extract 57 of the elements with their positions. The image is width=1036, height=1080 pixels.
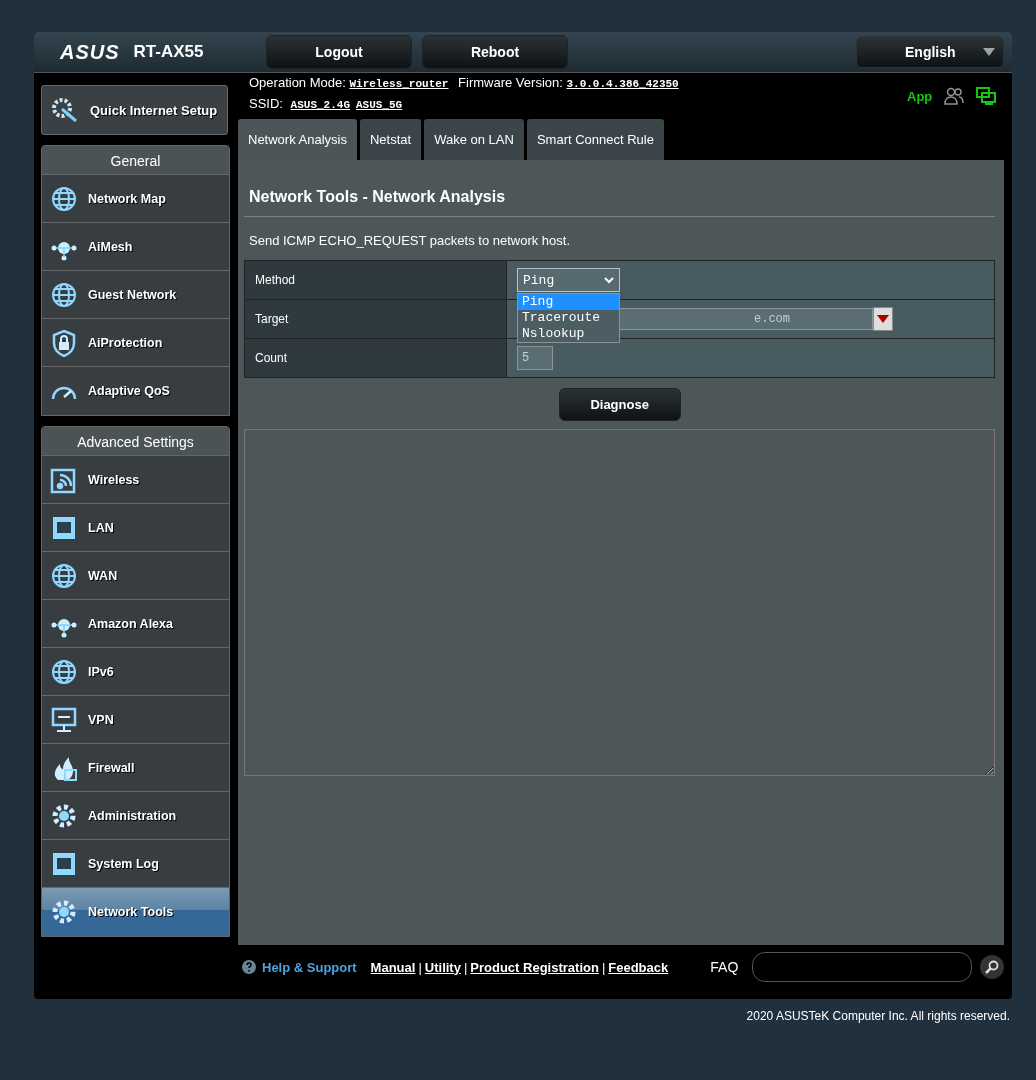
operation-info: Operation Mode: Wireless_router Firmware Version: 3.0.0.4.386_42350	[249, 75, 680, 92]
firmware-link[interactable]: 3.0.0.4.386_42350	[566, 78, 679, 90]
monitor-icon	[50, 705, 78, 734]
ssid-link[interactable]: ASUS_5G	[356, 99, 403, 111]
menu-section-title: Advanced Settings	[42, 427, 229, 456]
search-icon	[985, 960, 1000, 974]
mode-link[interactable]: Wireless_router	[349, 78, 449, 90]
model-name: RT-AX55	[133, 42, 204, 62]
globe-icon	[50, 561, 78, 590]
header-button[interactable]: Logout	[266, 35, 412, 69]
row-label: Method	[245, 261, 507, 300]
language-select[interactable]: English	[856, 36, 1004, 68]
monitors-icon[interactable]	[976, 87, 997, 105]
tab[interactable]: Smart Connect Rule	[526, 119, 664, 160]
shield-lock-icon	[50, 328, 78, 357]
row-label: Count	[245, 339, 507, 377]
count-field[interactable]: 5	[517, 346, 553, 370]
method-select[interactable]: Ping	[517, 268, 620, 292]
search-button[interactable]	[980, 955, 1005, 979]
brand-logo: ASUS	[60, 40, 120, 64]
separator: |	[601, 959, 606, 975]
users-icon[interactable]	[944, 87, 965, 105]
globe-people-icon	[50, 280, 78, 309]
caret-icon	[983, 48, 995, 56]
help-icon	[242, 960, 256, 974]
faq-label: FAQ	[710, 959, 739, 975]
page-title: Network Tools - Network Analysis	[244, 188, 996, 217]
copyright: 2020 ASUSTeK Computer Inc. All rights reserved.	[745, 1008, 1011, 1023]
ssid-link[interactable]: ASUS_2.4G	[290, 99, 350, 111]
header-button[interactable]: Reboot	[422, 35, 568, 69]
dropdown-option[interactable]: Traceroute	[518, 310, 619, 326]
page-description: Send ICMP ECHO_REQUEST packets to network host.	[248, 232, 572, 250]
help-link[interactable]: Help & Support	[262, 959, 357, 975]
footer-link[interactable]: Utility	[424, 959, 461, 975]
app-link[interactable]: App	[907, 88, 933, 104]
footer-link[interactable]: Feedback	[608, 959, 669, 975]
caret-icon	[877, 315, 889, 323]
sidebar-item[interactable]: Network Tools	[42, 888, 229, 936]
row-label: Target	[245, 300, 507, 339]
chevron-down-icon	[604, 276, 614, 284]
faq-search-field[interactable]	[752, 952, 973, 982]
separator: |	[463, 959, 468, 975]
gear-icon	[50, 898, 78, 926]
tab[interactable]: Wake on LAN	[424, 119, 524, 160]
globe-pin-icon	[50, 184, 78, 213]
diagnose-button[interactable]: Diagnose	[558, 388, 681, 421]
quick-setup-button[interactable]: Quick Internet Setup	[41, 85, 228, 135]
tab[interactable]: Network Analysis	[238, 119, 357, 160]
footer-link[interactable]: Manual	[370, 959, 416, 975]
target-dropdown-button[interactable]	[873, 307, 893, 331]
menu-section-title: General	[42, 146, 229, 175]
footer-link[interactable]: Product Registration	[470, 959, 599, 975]
separator: |	[418, 959, 422, 975]
tab[interactable]: Netstat	[360, 119, 422, 160]
ssid-label: SSID:	[249, 96, 283, 111]
globe-icon	[50, 657, 78, 686]
gear-wand-icon	[50, 95, 80, 125]
